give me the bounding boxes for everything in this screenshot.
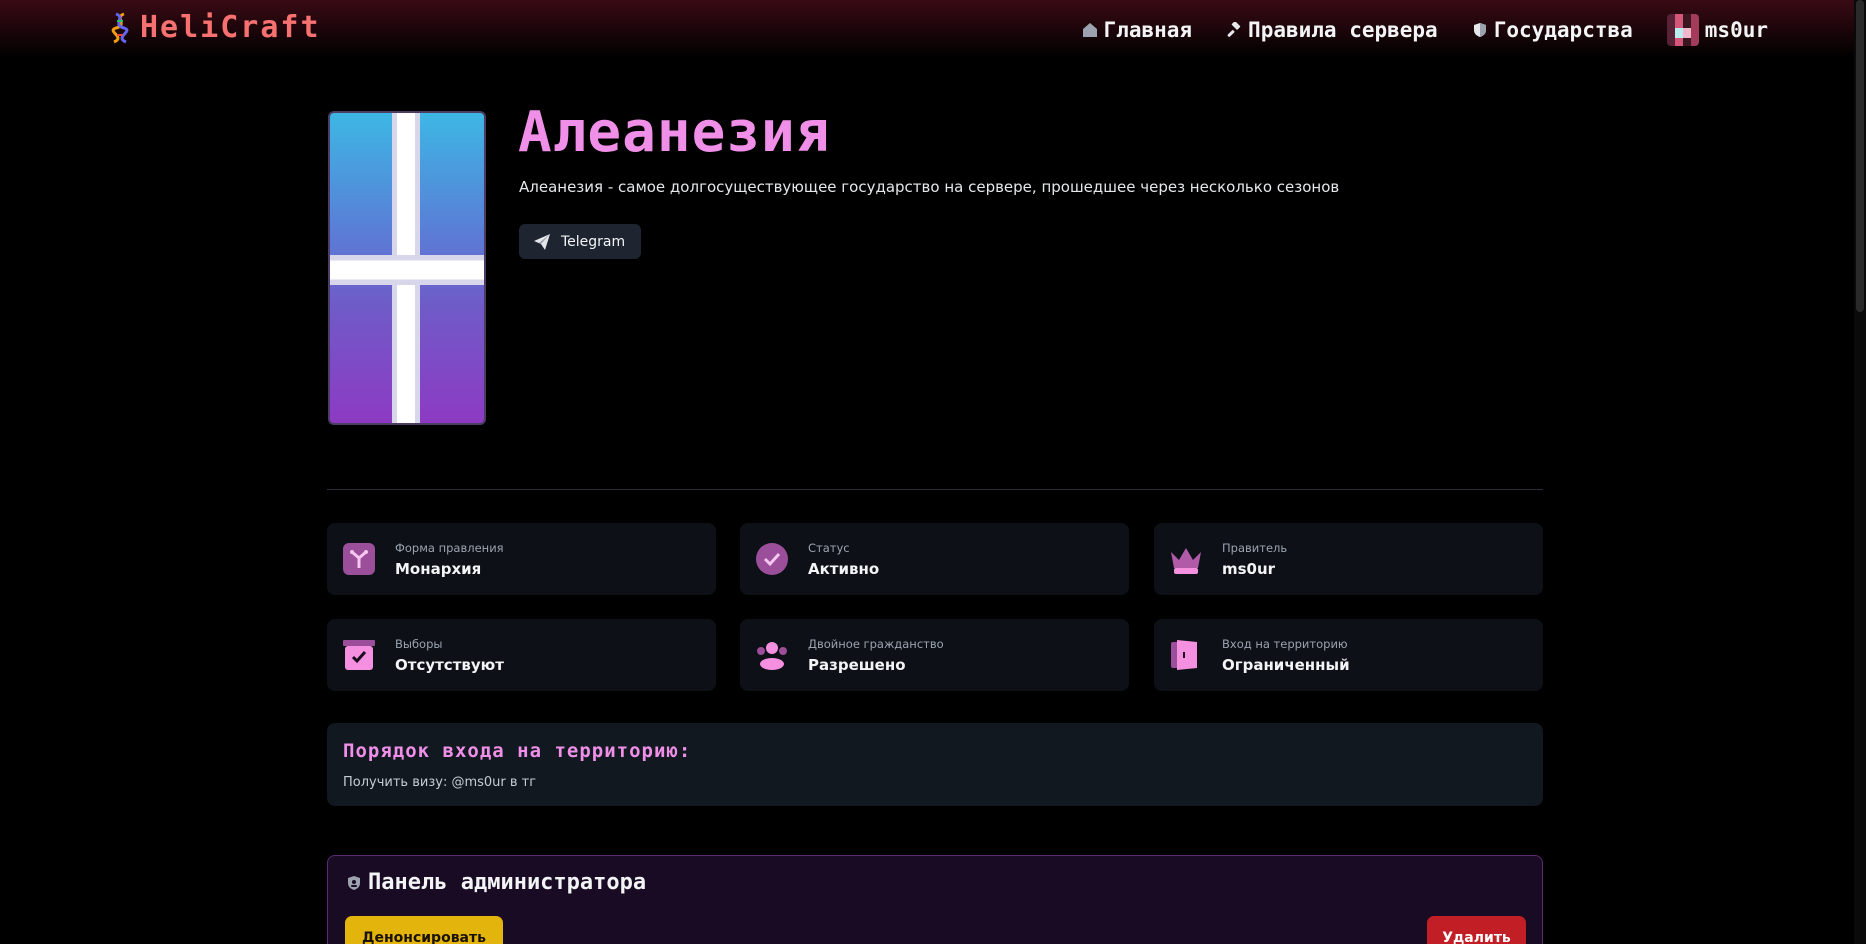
info-card-entry: Вход на территорию Ограниченный: [1154, 619, 1543, 691]
section-divider: [327, 489, 1543, 490]
nav-states[interactable]: Государства: [1472, 18, 1633, 42]
admin-panel: Панель администратора Денонсировать Удал…: [327, 855, 1543, 944]
nav-rules-label: Правила сервера: [1248, 18, 1438, 42]
info-card-dual-citizenship: Двойное гражданство Разрешено: [740, 619, 1129, 691]
users-icon: [754, 637, 790, 673]
user-menu[interactable]: ms0ur: [1666, 14, 1768, 46]
admin-panel-title: Панель администратора: [346, 870, 646, 895]
entry-procedure-text: Получить визу: @ms0ur в тг: [343, 775, 537, 790]
card-value: Активно: [808, 559, 880, 578]
shield-icon: [1473, 23, 1486, 37]
nav-rules[interactable]: Правила сервера: [1226, 18, 1438, 42]
card-label: Правитель: [1222, 540, 1288, 555]
admin-shield-icon: [348, 875, 360, 890]
scrollbar-thumb[interactable]: [1856, 0, 1864, 312]
avatar: [1666, 14, 1699, 46]
card-value: ms0ur: [1222, 559, 1276, 578]
admin-panel-title-text: Панель администратора: [368, 870, 647, 895]
top-navbar: HeliCraft Главная Правила сервера Госуда…: [0, 0, 1866, 58]
card-value: Отсутствуют: [395, 655, 504, 674]
telegram-icon: [534, 233, 550, 250]
site-logo[interactable]: HeliCraft: [108, 10, 321, 45]
card-label: Форма правления: [395, 540, 504, 555]
telegram-label: Telegram: [561, 233, 626, 250]
nav-home-label: Главная: [1103, 18, 1193, 42]
telegram-button[interactable]: Telegram: [519, 224, 642, 259]
state-description: Алеанезия - самое долгосуществующее госу…: [519, 178, 1340, 196]
flag-cross-horizontal: [330, 255, 484, 285]
info-card-ruler: Правитель ms0ur: [1154, 523, 1543, 595]
home-icon: [1082, 23, 1097, 37]
state-title: Алеанезия: [518, 100, 831, 165]
nav-states-label: Государства: [1493, 18, 1633, 42]
site-name: HeliCraft: [140, 10, 321, 45]
denounce-button[interactable]: Денонсировать: [345, 916, 503, 944]
info-card-status: Статус Активно: [740, 523, 1129, 595]
card-label: Статус: [808, 540, 850, 555]
username: ms0ur: [1704, 18, 1768, 42]
nav-home[interactable]: Главная: [1082, 18, 1193, 42]
card-label: Двойное гражданство: [808, 636, 944, 651]
page-scrollbar[interactable]: [1854, 0, 1866, 944]
info-card-government: Форма правления Монархия: [327, 523, 716, 595]
door-icon: [1168, 637, 1204, 673]
check-circle-icon: [754, 541, 790, 577]
entry-procedure-title: Порядок входа на территорию:: [343, 740, 692, 762]
card-value: Разрешено: [808, 655, 906, 674]
gavel-icon: [1227, 22, 1241, 37]
helix-logo-icon: [111, 12, 129, 43]
card-value: Монархия: [395, 559, 482, 578]
ballot-box-icon: [341, 637, 377, 673]
card-label: Вход на территорию: [1222, 636, 1348, 651]
info-card-elections: Выборы Отсутствуют: [327, 619, 716, 691]
card-label: Выборы: [395, 636, 443, 651]
state-flag: [328, 111, 486, 425]
government-icon: [341, 541, 377, 577]
entry-procedure-panel: Порядок входа на территорию: Получить ви…: [327, 723, 1543, 806]
card-value: Ограниченный: [1222, 655, 1350, 674]
main-nav: Главная Правила сервера Государства ms0u…: [1082, 14, 1768, 46]
crown-icon: [1168, 541, 1204, 577]
delete-button[interactable]: Удалить: [1427, 916, 1526, 944]
